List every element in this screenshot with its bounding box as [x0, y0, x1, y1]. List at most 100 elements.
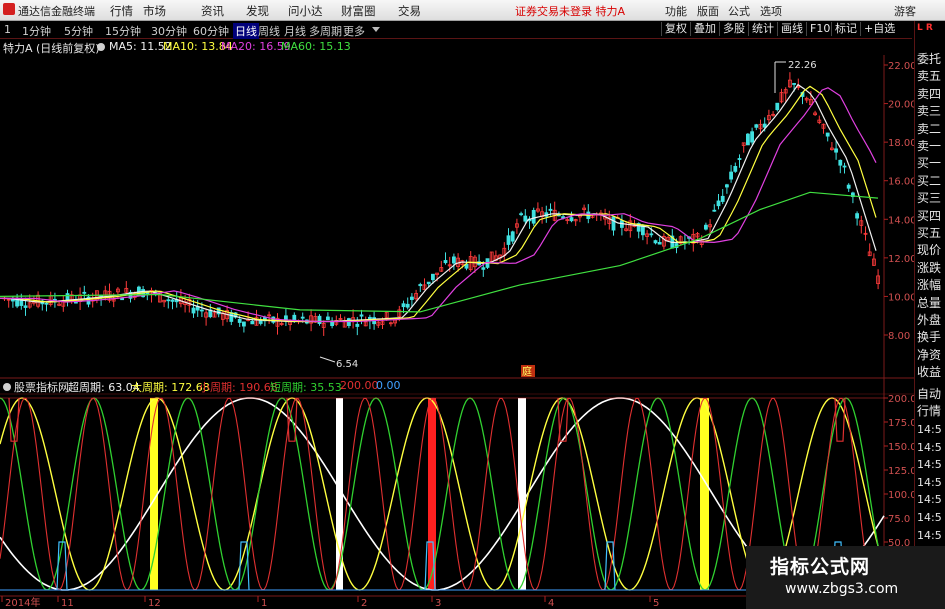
- candle-body: [510, 231, 515, 242]
- indicator-small-cycle: 小周期: 190.68: [199, 381, 278, 394]
- candle-body: [330, 321, 335, 327]
- candle-body: [569, 217, 574, 222]
- sidebar-tab-12[interactable]: 涨跌: [917, 259, 945, 276]
- sidebar-tab-15[interactable]: 外盘: [917, 311, 945, 328]
- candle-body: [237, 318, 242, 323]
- sidebar-tab-16[interactable]: 换手: [917, 328, 945, 345]
- sidebar-tab-9[interactable]: 买四: [917, 207, 945, 224]
- sidebar-mode-0[interactable]: 自动: [917, 385, 945, 402]
- candle-body: [199, 309, 204, 312]
- sidebar-tab-1[interactable]: 卖五: [917, 67, 945, 84]
- indicator-settings-icon[interactable]: [3, 383, 11, 391]
- candle-body: [74, 301, 78, 304]
- sidebar-tab-7[interactable]: 买二: [917, 172, 945, 189]
- price-axis: 22.00 20.00 18.00 16.00 14.00 12.00 10.00 8.00: [884, 61, 917, 342]
- ind-tick-label: 150.0: [888, 442, 917, 453]
- candle-body: [838, 159, 843, 166]
- date-tick-label: 3: [435, 598, 441, 609]
- low-price-label: 6.54: [336, 359, 358, 370]
- candle-body: [166, 299, 171, 302]
- candle-body: [725, 184, 729, 188]
- sidebar-time-0: 14:5: [917, 423, 942, 436]
- candle-body: [405, 303, 410, 308]
- sidebar-time-4: 14:5: [917, 493, 942, 507]
- candle-body: [737, 158, 742, 160]
- sidebar-tab-10[interactable]: 买五: [917, 224, 945, 241]
- date-axis: 2014年 11 12 1 2 3 4 5: [1, 596, 659, 609]
- sidebar-tab-11[interactable]: 现价: [917, 241, 945, 258]
- candle-body: [401, 303, 406, 308]
- sidebar-badge: L R: [917, 23, 933, 33]
- sidebar-tab-13[interactable]: 涨幅: [917, 276, 945, 293]
- bottom-spike: [604, 541, 616, 591]
- indicator-super-cycle: 超周期: 63.04: [68, 381, 140, 394]
- candle-body: [506, 235, 511, 245]
- candle-body: [754, 124, 759, 128]
- candle-body: [229, 312, 234, 322]
- candle-body: [170, 299, 175, 302]
- sidebar-tab-8[interactable]: 买三: [917, 189, 945, 206]
- sidebar-tab-3[interactable]: 卖三: [917, 102, 945, 119]
- candle-body: [712, 209, 717, 212]
- indicator-name: 股票指标网: [14, 381, 69, 394]
- price-tick-label: 18.00: [888, 138, 917, 149]
- candle-body: [430, 273, 435, 281]
- watermark-url: www.zbgs3.com: [785, 581, 899, 597]
- candle-body: [750, 131, 754, 143]
- sidebar-tab-6[interactable]: 买一: [917, 154, 945, 171]
- sidebar-tab-18[interactable]: 收益: [917, 363, 945, 380]
- candle-body: [733, 166, 738, 172]
- price-chart: [0, 72, 880, 336]
- ind-tick-label: 125.0: [888, 466, 917, 477]
- cycle-bar: [700, 398, 709, 590]
- sidebar-tab-0[interactable]: 委托: [917, 50, 945, 67]
- candle-body: [23, 305, 28, 308]
- candle-body: [250, 320, 255, 325]
- sidebar-tab-4[interactable]: 卖二: [917, 120, 945, 137]
- sidebar-tab-5[interactable]: 卖一: [917, 137, 945, 154]
- indicator-big-cycle: 大周期: 172.68: [131, 381, 210, 394]
- sidebar-tab-17[interactable]: 净资: [917, 346, 945, 363]
- candle-body: [292, 314, 297, 321]
- sidebar-time-1: 14:5: [917, 440, 942, 454]
- date-tick-label: 2014年: [5, 596, 40, 609]
- candle-body: [418, 284, 423, 287]
- price-tick-label: 22.00: [888, 61, 917, 72]
- candle-body: [716, 200, 721, 207]
- price-tick-label: 20.00: [888, 100, 917, 111]
- sidebar-tab-14[interactable]: 总量: [917, 294, 945, 311]
- candle-body: [531, 209, 536, 224]
- candle-body: [792, 83, 796, 85]
- candle-body: [241, 321, 246, 327]
- candle-body: [842, 165, 847, 168]
- low-arrow: [319, 356, 336, 363]
- ind-tick-label: 200.0: [888, 394, 917, 405]
- candle-body: [657, 242, 662, 245]
- ind-tick-label: 100.0: [888, 490, 917, 501]
- candle-body: [611, 216, 616, 231]
- sidebar-time-5: 14:5: [917, 511, 942, 524]
- date-tick-label: 11: [61, 598, 74, 609]
- candle-body: [775, 102, 780, 111]
- sidebar-tab-2[interactable]: 卖四: [917, 85, 945, 102]
- candle-body: [641, 225, 645, 236]
- ind-tick-label: 175.0: [888, 418, 917, 429]
- candle-body: [834, 148, 838, 153]
- ma20-line: [0, 87, 877, 323]
- candle-body: [653, 240, 658, 244]
- candle-body: [355, 323, 360, 327]
- candle-body: [762, 123, 767, 128]
- sidebar-time-2: 14:5: [917, 458, 942, 472]
- candle-body: [481, 267, 486, 270]
- price-tick-label: 14.00: [888, 215, 917, 226]
- sidebar-time-6: 14:5: [917, 528, 942, 542]
- candle-body: [451, 256, 456, 264]
- indicator-max: 200.00: [340, 379, 379, 392]
- chart-canvas: 22.0020.0018.0016.0014.0012.0010.008.00 …: [0, 55, 917, 609]
- candle-body: [729, 171, 733, 180]
- candle-body: [548, 208, 553, 211]
- candle-body: [746, 133, 750, 146]
- price-tick-label: 16.00: [888, 177, 917, 188]
- sidebar-mode-1[interactable]: 行情: [917, 402, 945, 419]
- candle-body: [649, 233, 654, 236]
